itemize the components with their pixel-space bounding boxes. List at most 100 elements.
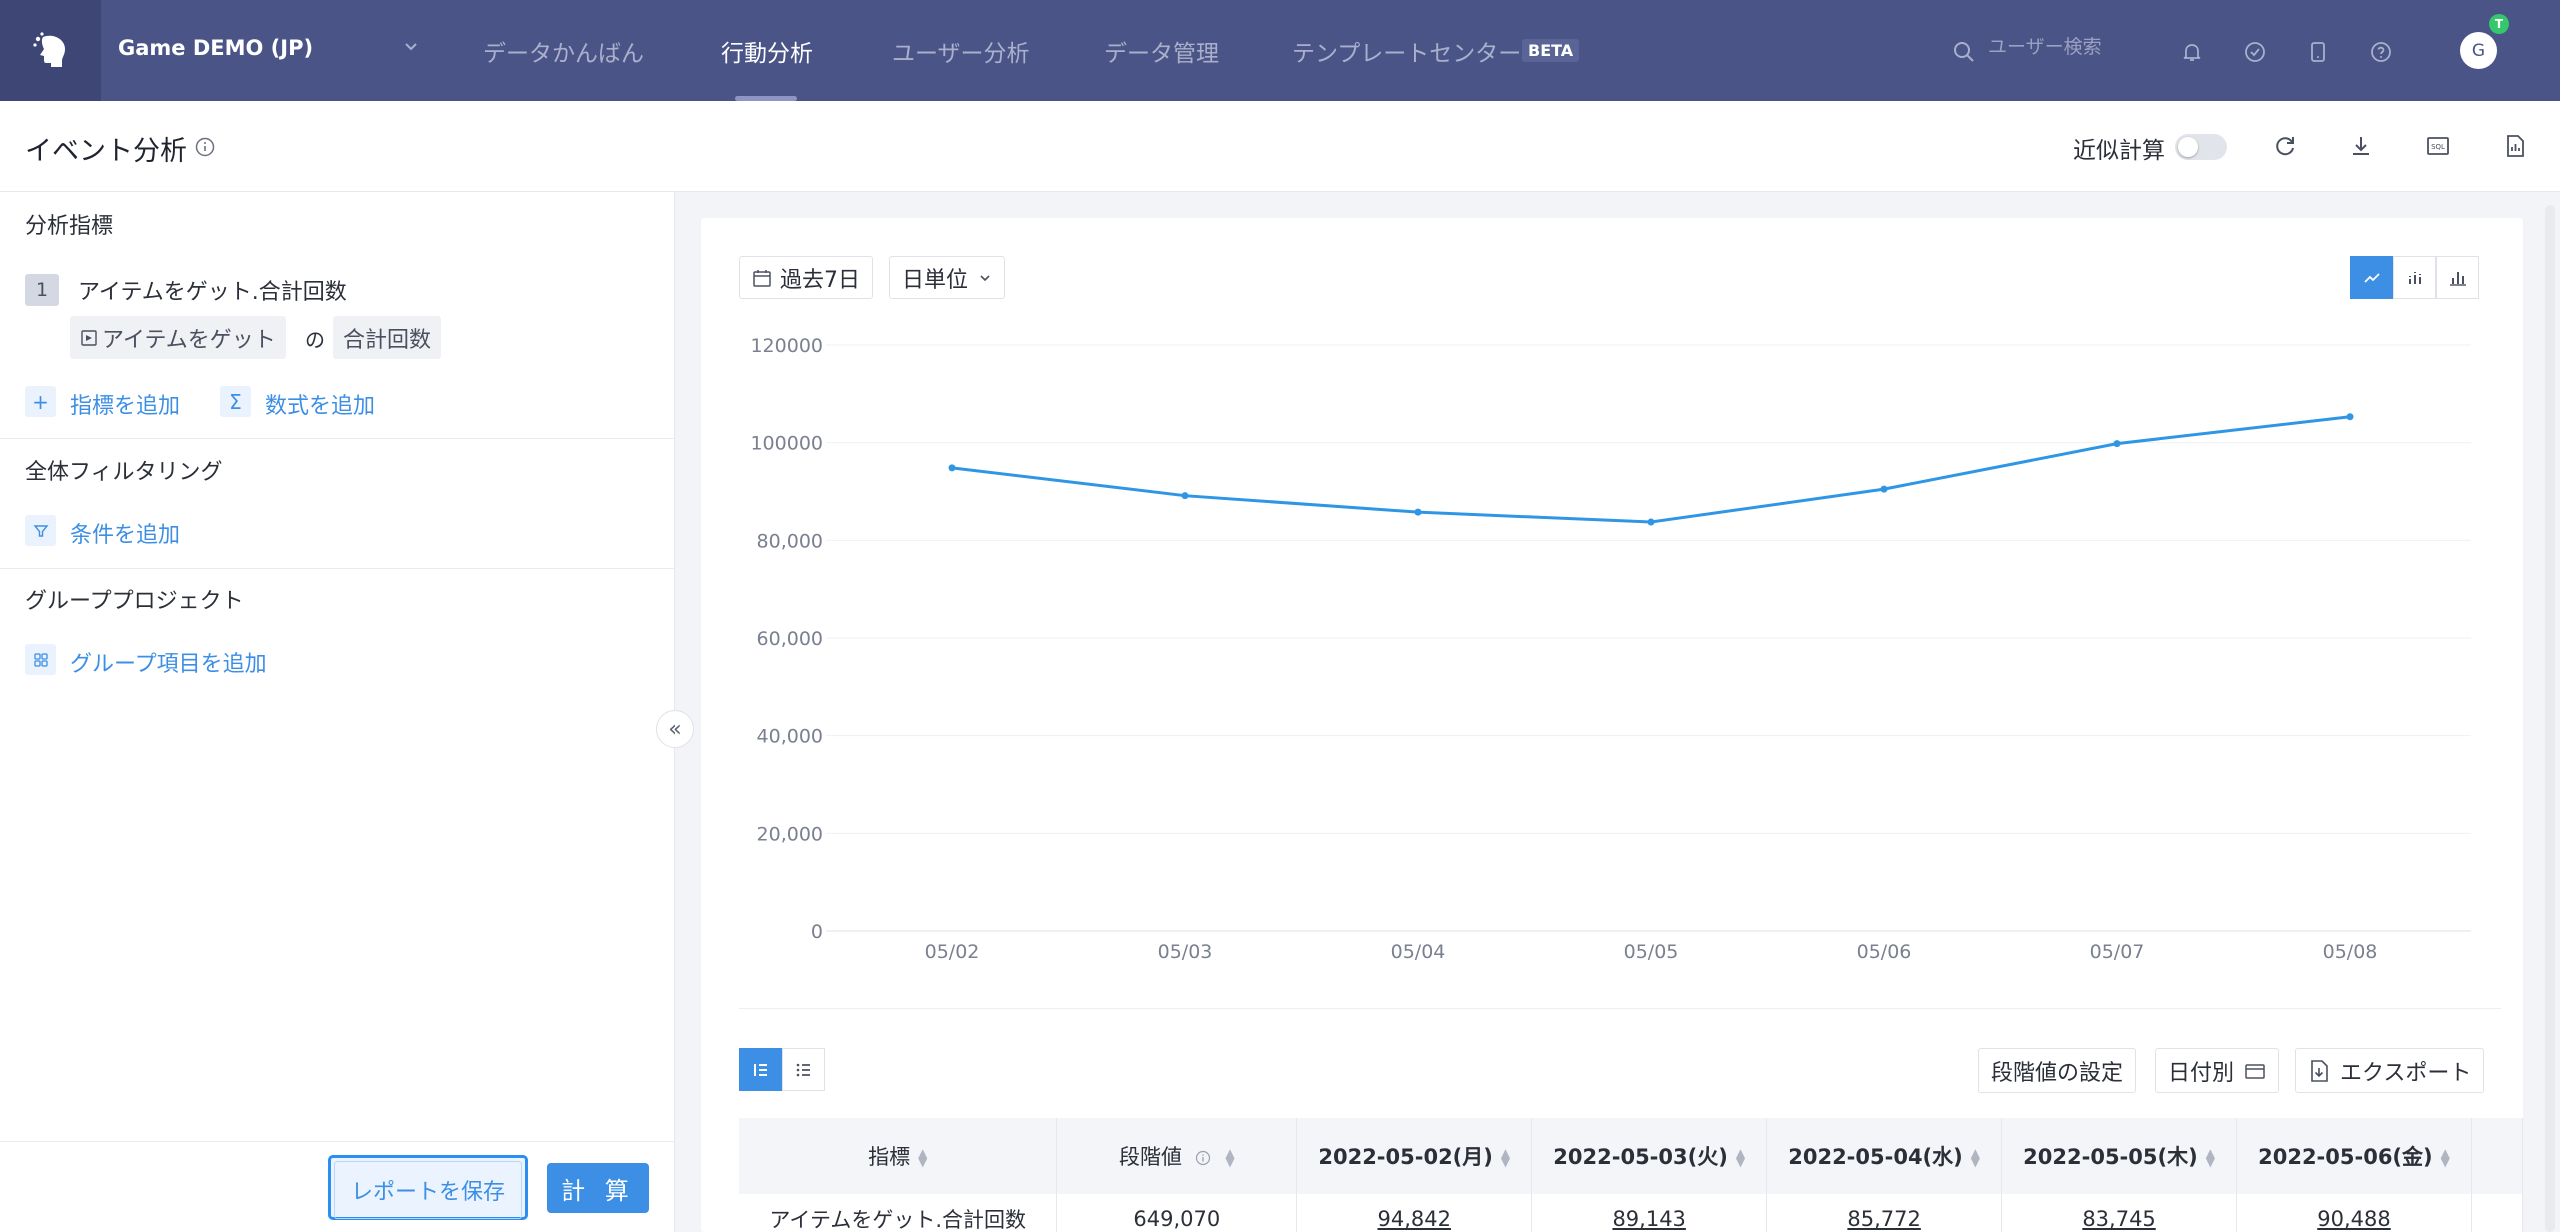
stacked-chart-button[interactable]	[2393, 256, 2436, 299]
line-chart-button[interactable]	[2350, 256, 2393, 299]
export-file-icon	[2311, 1059, 2328, 1082]
export-button[interactable]: エクスポート	[2295, 1048, 2485, 1093]
calculate-button[interactable]: 計 算	[547, 1163, 649, 1213]
event-selector[interactable]: アイテムをゲット	[70, 316, 286, 359]
page-header: イベント分析 近似計算 SQL	[0, 101, 2560, 192]
add-formula-link[interactable]: 数式を追加	[265, 388, 375, 420]
chevron-down-icon[interactable]	[402, 38, 420, 56]
add-metric-link[interactable]: 指標を追加	[70, 388, 180, 420]
event-icon	[81, 329, 97, 346]
sigma-icon[interactable]: Σ	[220, 386, 251, 417]
collapse-panel-icon[interactable]: «	[656, 710, 694, 748]
stage-setting-button[interactable]: 段階値の設定	[1978, 1048, 2137, 1093]
group-icon[interactable]	[25, 644, 56, 675]
column-header-date[interactable]: 2022-05-05(木) ▲ ▼	[2001, 1118, 2238, 1194]
column-header-date[interactable]: 2022-05-02(月) ▲ ▼	[1296, 1118, 1533, 1194]
metrics-section-title: 分析指標	[25, 214, 114, 239]
report-file-icon[interactable]	[2502, 133, 2528, 159]
x-tick-label: 05/06	[1857, 941, 1912, 963]
column-header-date[interactable]: 2022-05-06(金) ▲ ▼	[2236, 1118, 2472, 1194]
table-cell-value[interactable]: 89,143	[1531, 1194, 1768, 1232]
add-condition-link[interactable]: 条件を追加	[70, 517, 180, 549]
series-line	[951, 415, 2351, 524]
sort-icon: ▲ ▼	[1735, 1146, 1746, 1169]
filter-icon[interactable]	[25, 515, 56, 546]
column-header-stage-value[interactable]: 段階値 ▲ ▼	[1056, 1118, 1298, 1194]
table-cell-value[interactable]: 85,772	[1766, 1194, 2003, 1232]
help-icon[interactable]	[2369, 40, 2393, 64]
nav-template-center[interactable]: テンプレートセンター	[1292, 34, 1521, 68]
y-tick-label: 80,000	[757, 530, 823, 552]
analysis-settings-panel: 分析指標 1 アイテムをゲット.合計回数 アイテムをゲット の 合計回数 + 指…	[0, 192, 675, 1232]
nav-behavior-analysis[interactable]: 行動分析	[721, 34, 813, 68]
app-logo[interactable]	[0, 0, 101, 101]
x-tick-label: 05/02	[925, 941, 980, 963]
y-tick-label: 0	[811, 921, 823, 943]
user-search-input[interactable]	[1988, 36, 2168, 58]
aggregation-selector[interactable]: 合計回数	[333, 316, 442, 359]
data-point	[1647, 518, 1655, 526]
bell-icon[interactable]	[2180, 40, 2204, 64]
nav-user-analysis[interactable]: ユーザー分析	[892, 34, 1030, 68]
search-icon	[1954, 42, 1974, 62]
check-circle-icon[interactable]	[2243, 40, 2267, 64]
info-icon[interactable]	[194, 136, 216, 158]
x-tick-label: 05/05	[1624, 941, 1679, 963]
section-divider	[0, 438, 675, 439]
chevron-down-icon	[980, 274, 990, 281]
sort-icon: ▲ ▼	[1225, 1146, 1235, 1169]
x-tick-label: 05/04	[1391, 941, 1446, 963]
sql-icon[interactable]: SQL	[2425, 133, 2451, 159]
y-tick-label: 60,000	[757, 628, 823, 650]
metric-name[interactable]: アイテムをゲット.合計回数	[78, 274, 347, 306]
of-connector: の	[305, 328, 325, 352]
date-range-label: 過去7日	[780, 267, 860, 293]
table-cell-value[interactable]: 94,842	[1296, 1194, 1533, 1232]
page-scrollbar[interactable]	[2545, 205, 2555, 1232]
list-view-button[interactable]	[782, 1048, 825, 1091]
data-point	[1181, 492, 1189, 500]
beta-badge: BETA	[1522, 39, 1580, 62]
project-name[interactable]: Game DEMO (JP)	[118, 36, 313, 60]
date-range-selector[interactable]: 過去7日	[739, 256, 873, 299]
plus-icon[interactable]: +	[25, 386, 56, 417]
column-header-metric[interactable]: 指標 ▲ ▼	[739, 1118, 1058, 1194]
y-tick-label: 40,000	[757, 726, 823, 748]
save-report-button[interactable]: レポートを保存	[328, 1155, 528, 1220]
y-tick-label: 100000	[750, 433, 823, 455]
top-navigation-bar: Game DEMO (JP) データかんばん 行動分析 ユーザー分析 データ管理…	[0, 0, 2560, 101]
info-icon[interactable]	[1195, 1150, 1211, 1166]
granularity-selector[interactable]: 日単位	[889, 256, 1006, 299]
approx-calc-toggle[interactable]	[2175, 134, 2227, 160]
table-header-row: 指標 ▲ ▼ 段階値 ▲ ▼ 2022-05-02(月) ▲ ▼ 2022-05-03(火…	[739, 1118, 2524, 1194]
by-date-button[interactable]: 日付別	[2155, 1048, 2280, 1093]
bar-chart-icon	[2449, 271, 2466, 286]
data-point	[948, 464, 956, 472]
page-title: イベント分析	[25, 136, 187, 167]
user-avatar[interactable]: G	[2460, 32, 2497, 69]
stage-setting-label: 段階値の設定	[1991, 1060, 2124, 1086]
column-header-date[interactable]: 2022-05-04(水) ▲ ▼	[1766, 1118, 2003, 1194]
calendar-icon	[2245, 1063, 2265, 1079]
download-icon[interactable]	[2348, 133, 2374, 159]
column-header-overflow	[2471, 1118, 2524, 1194]
metric-index: 1	[25, 274, 59, 306]
y-tick-label: 120000	[750, 335, 823, 357]
group-section-title: グループプロジェクト	[25, 589, 244, 614]
footer-divider	[0, 1141, 675, 1142]
nav-data-management[interactable]: データ管理	[1104, 34, 1219, 68]
table-cell-value[interactable]: 90,488	[2236, 1194, 2472, 1232]
table-view-button[interactable]	[739, 1048, 782, 1091]
column-header-date[interactable]: 2022-05-03(火) ▲ ▼	[1531, 1118, 1768, 1194]
sort-icon: ▲ ▼	[2205, 1146, 2215, 1169]
chart-table-divider	[739, 1008, 2501, 1009]
mobile-device-icon[interactable]	[2306, 40, 2330, 64]
nav-data-board[interactable]: データかんばん	[483, 34, 644, 68]
approx-calc-label: 近似計算	[2073, 138, 2165, 164]
bar-chart-button[interactable]	[2436, 256, 2479, 299]
results-card: 過去7日 日単位 0 20,000 40,000 60,000 80,000 100000…	[701, 218, 2524, 1232]
add-group-link[interactable]: グループ項目を追加	[70, 646, 267, 678]
refresh-icon[interactable]	[2272, 133, 2298, 159]
table-cell-value[interactable]: 83,745	[2001, 1194, 2238, 1232]
sort-icon: ▲ ▼	[2440, 1146, 2450, 1169]
